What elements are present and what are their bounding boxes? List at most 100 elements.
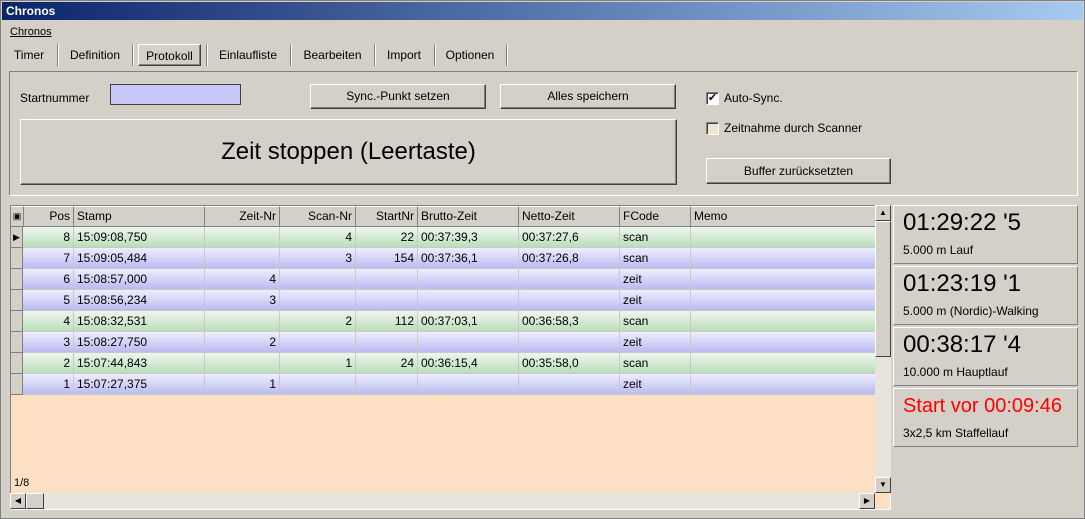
cell-pos[interactable]: 7 (24, 248, 74, 269)
cell-memo[interactable] (691, 311, 876, 332)
table-row[interactable]: ▶ 8 15:09:08,750 4 22 00:37:39,3 00:37:27,6 sca… (11, 227, 876, 248)
sync-point-button[interactable]: Sync.-Punkt setzen (310, 84, 486, 109)
cell-netto[interactable]: 00:37:27,6 (519, 227, 620, 248)
cell-pos[interactable]: 3 (24, 332, 74, 353)
cell-fcode[interactable]: zeit (620, 269, 691, 290)
cell-fcode[interactable]: zeit (620, 374, 691, 395)
cell-zeit-nr[interactable]: 3 (205, 290, 280, 311)
cell-memo[interactable] (691, 248, 876, 269)
cell-pos[interactable]: 1 (24, 374, 74, 395)
cell-stamp[interactable]: 15:08:32,531 (74, 311, 205, 332)
cell-netto[interactable]: 00:36:58,3 (519, 311, 620, 332)
cell-pos[interactable]: 2 (24, 353, 74, 374)
cell-startnr[interactable]: 112 (356, 311, 418, 332)
cell-netto[interactable] (519, 290, 620, 311)
column-header-startnr[interactable]: StartNr (356, 206, 418, 227)
cell-fcode[interactable]: zeit (620, 290, 691, 311)
cell-zeit-nr[interactable] (205, 248, 280, 269)
column-header-zeit-nr[interactable]: Zeit-Nr (205, 206, 280, 227)
tab-protokoll[interactable]: Protokoll (138, 44, 201, 66)
row-header[interactable] (11, 353, 23, 374)
tab-definition[interactable]: Definition (63, 44, 127, 66)
cell-stamp[interactable]: 15:08:57,000 (74, 269, 205, 290)
cell-fcode[interactable]: zeit (620, 332, 691, 353)
table-row[interactable]: 1 15:07:27,375 1 zeit (11, 374, 876, 395)
row-header[interactable] (11, 311, 23, 332)
cell-fcode[interactable]: scan (620, 311, 691, 332)
column-header-memo[interactable]: Memo (691, 206, 876, 227)
column-header-fcode[interactable]: FCode (620, 206, 691, 227)
race-panel[interactable]: 01:29:22 '5 5.000 m Lauf (893, 205, 1078, 264)
cell-pos[interactable]: 8 (24, 227, 74, 248)
cell-scan-nr[interactable] (280, 269, 356, 290)
cell-startnr[interactable] (356, 332, 418, 353)
table-row[interactable]: 2 15:07:44,843 1 24 00:36:15,4 00:35:58,0 scan (11, 353, 876, 374)
cell-scan-nr[interactable]: 1 (280, 353, 356, 374)
race-panel[interactable]: 01:23:19 '1 5.000 m (Nordic)-Walking (893, 266, 1078, 325)
row-header[interactable] (11, 248, 23, 269)
scroll-down-icon[interactable]: ▼ (875, 477, 891, 493)
cell-brutto[interactable]: 00:37:03,1 (418, 311, 519, 332)
cell-fcode[interactable]: scan (620, 227, 691, 248)
cell-memo[interactable] (691, 269, 876, 290)
cell-fcode[interactable]: scan (620, 353, 691, 374)
save-all-button[interactable]: Alles speichern (500, 84, 676, 109)
cell-zeit-nr[interactable]: 4 (205, 269, 280, 290)
stop-time-button[interactable]: Zeit stoppen (Leertaste) (20, 119, 677, 185)
hscroll-thumb[interactable] (26, 493, 44, 509)
vertical-scrollbar[interactable]: ▲ ▼ (875, 205, 891, 493)
grid-corner-icon[interactable]: ▣ (11, 206, 24, 227)
cell-zeit-nr[interactable]: 2 (205, 332, 280, 353)
cell-startnr[interactable] (356, 269, 418, 290)
table-row[interactable]: 4 15:08:32,531 2 112 00:37:03,1 00:36:58,3 sca… (11, 311, 876, 332)
cell-startnr[interactable]: 22 (356, 227, 418, 248)
startnummer-input[interactable] (110, 84, 241, 105)
menu-chronos[interactable]: Chronos (10, 26, 52, 38)
cell-stamp[interactable]: 15:09:08,750 (74, 227, 205, 248)
column-header-netto[interactable]: Netto-Zeit (519, 206, 620, 227)
cell-pos[interactable]: 4 (24, 311, 74, 332)
scanner-checkbox[interactable] (706, 122, 719, 135)
cell-memo[interactable] (691, 374, 876, 395)
tab-einlaufliste[interactable]: Einlaufliste (212, 44, 284, 66)
tab-optionen[interactable]: Optionen (439, 44, 501, 66)
row-pointer-icon[interactable]: ▶ (11, 227, 23, 248)
cell-memo[interactable] (691, 332, 876, 353)
column-header-scan-nr[interactable]: Scan-Nr (280, 206, 356, 227)
cell-scan-nr[interactable]: 2 (280, 311, 356, 332)
cell-scan-nr[interactable] (280, 290, 356, 311)
cell-netto[interactable] (519, 269, 620, 290)
cell-stamp[interactable]: 15:07:44,843 (74, 353, 205, 374)
cell-startnr[interactable]: 154 (356, 248, 418, 269)
scroll-thumb[interactable] (875, 221, 891, 357)
cell-zeit-nr[interactable] (205, 311, 280, 332)
cell-brutto[interactable]: 00:37:39,3 (418, 227, 519, 248)
table-row[interactable]: 3 15:08:27,750 2 zeit (11, 332, 876, 353)
column-header-brutto[interactable]: Brutto-Zeit (418, 206, 519, 227)
cell-memo[interactable] (691, 227, 876, 248)
cell-brutto[interactable] (418, 332, 519, 353)
column-header-pos[interactable]: Pos (24, 206, 74, 227)
scroll-right-icon[interactable]: ▶ (859, 493, 875, 509)
cell-brutto[interactable] (418, 374, 519, 395)
cell-brutto[interactable] (418, 290, 519, 311)
cell-pos[interactable]: 5 (24, 290, 74, 311)
cell-scan-nr[interactable]: 3 (280, 248, 356, 269)
cell-memo[interactable] (691, 290, 876, 311)
cell-brutto[interactable]: 00:37:36,1 (418, 248, 519, 269)
cell-zeit-nr[interactable] (205, 353, 280, 374)
cell-startnr[interactable] (356, 374, 418, 395)
row-header[interactable] (11, 374, 23, 395)
cell-stamp[interactable]: 15:07:27,375 (74, 374, 205, 395)
race-panel[interactable]: Start vor 00:09:46 3x2,5 km Staffellauf (893, 388, 1078, 447)
tab-bearbeiten[interactable]: Bearbeiten (296, 44, 369, 66)
table-row[interactable]: 6 15:08:57,000 4 zeit (11, 269, 876, 290)
race-panel[interactable]: 00:38:17 '4 10.000 m Hauptlauf (893, 327, 1078, 386)
column-header-stamp[interactable]: Stamp (74, 206, 205, 227)
cell-netto[interactable]: 00:37:26,8 (519, 248, 620, 269)
cell-startnr[interactable] (356, 290, 418, 311)
cell-pos[interactable]: 6 (24, 269, 74, 290)
cell-memo[interactable] (691, 353, 876, 374)
cell-stamp[interactable]: 15:09:05,484 (74, 248, 205, 269)
table-row[interactable]: 5 15:08:56,234 3 zeit (11, 290, 876, 311)
